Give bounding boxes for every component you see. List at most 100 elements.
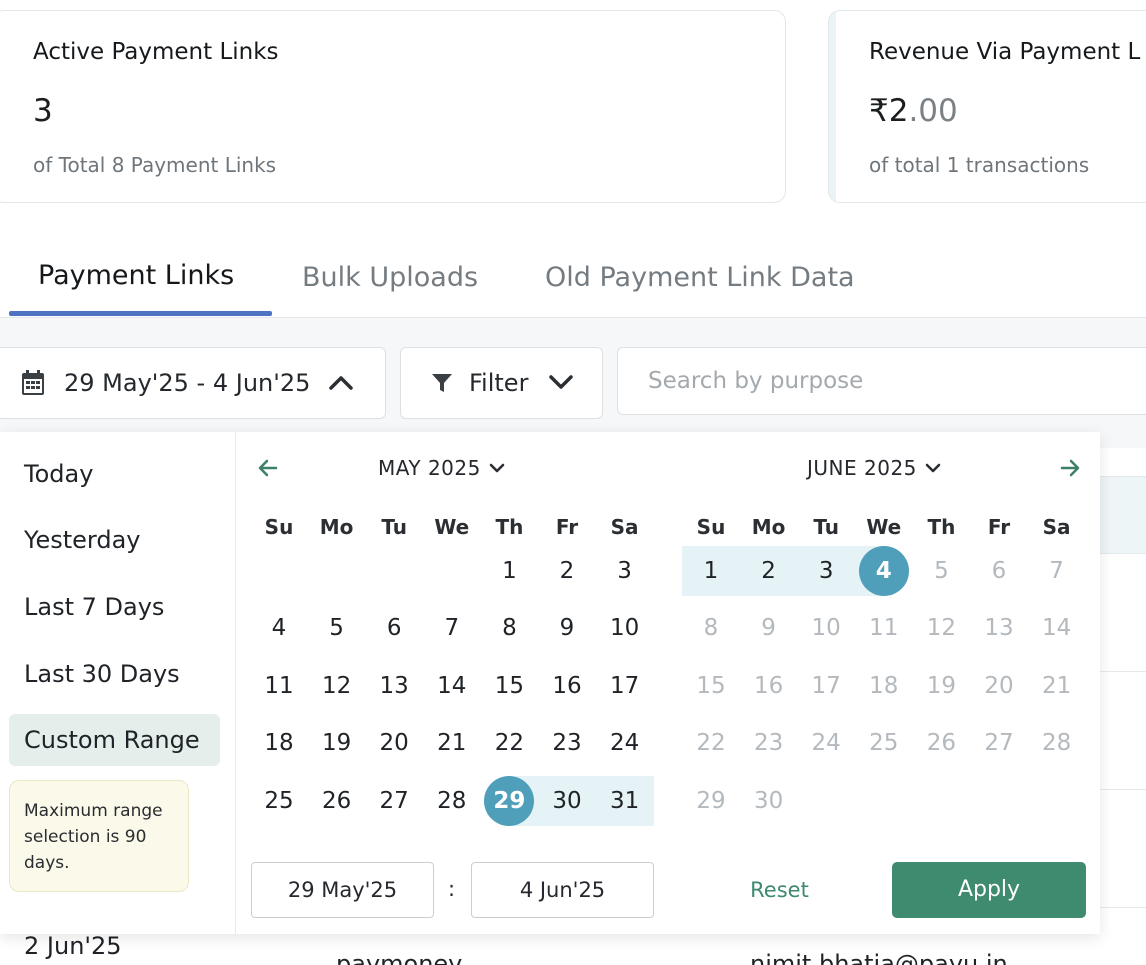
day-june-26: 26 [926, 730, 957, 756]
revenue-card: Revenue Via Payment L ₹2.00 of total 1 t… [828, 10, 1146, 203]
search-input[interactable] [617, 347, 1146, 415]
day-june-14: 14 [1041, 615, 1072, 641]
date-range-picker: Today Yesterday Last 7 Days Last 30 Days… [0, 432, 1100, 934]
filter-button[interactable]: Filter [400, 347, 603, 419]
day-june-17: 17 [811, 673, 841, 699]
next-month-arrow-icon[interactable] [1060, 458, 1080, 478]
weekday-label: Tu [381, 515, 408, 539]
card-subtitle: of Total 8 Payment Links [33, 153, 277, 177]
day-may-20[interactable]: 20 [365, 718, 423, 768]
day-june-30: 30 [753, 788, 784, 814]
row-email: nimit.bhatia@payu.in [750, 950, 1008, 965]
weekday-label: We [434, 515, 470, 539]
day-june-12: 12 [926, 615, 957, 641]
preset-yesterday[interactable]: Yesterday [9, 514, 220, 566]
day-may-21[interactable]: 21 [423, 718, 481, 768]
day-june-1[interactable]: 1 [682, 546, 740, 596]
chevron-down-icon [489, 463, 505, 472]
day-may-4[interactable]: 4 [250, 603, 308, 653]
day-may-1[interactable]: 1 [480, 546, 538, 596]
weekday-label: Su [264, 515, 294, 539]
day-june-15: 15 [696, 673, 726, 699]
day-may-13[interactable]: 13 [365, 661, 423, 711]
preset-custom-range[interactable]: Custom Range [9, 714, 220, 766]
day-may-23[interactable]: 23 [538, 718, 596, 768]
day-may-3[interactable]: 3 [596, 546, 654, 596]
day-june-23: 23 [753, 730, 784, 756]
day-may-17[interactable]: 17 [596, 661, 654, 711]
range-start-field[interactable]: 29 May'25 [251, 862, 434, 918]
day-june-2[interactable]: 2 [740, 546, 798, 596]
day-may-30[interactable]: 30 [538, 776, 596, 826]
day-may-16[interactable]: 16 [538, 661, 596, 711]
weekday-label: Mo [751, 515, 786, 539]
day-may-9[interactable]: 9 [538, 603, 596, 653]
day-june-24: 24 [811, 730, 841, 756]
day-may-26[interactable]: 26 [308, 776, 366, 826]
day-may-25[interactable]: 25 [250, 776, 308, 826]
day-may-29[interactable]: 29 [480, 776, 538, 826]
weekday-label: Fr [987, 515, 1011, 539]
preset-today[interactable]: Today [9, 448, 220, 500]
tab-payment-links[interactable]: Payment Links [38, 260, 234, 291]
day-may-7[interactable]: 7 [423, 603, 481, 653]
calendar-icon [22, 370, 44, 395]
day-june-6: 6 [991, 558, 1007, 584]
day-may-14[interactable]: 14 [423, 661, 481, 711]
day-june-18: 18 [869, 673, 899, 699]
weekday-label: Th [927, 515, 956, 539]
day-may-6[interactable]: 6 [365, 603, 423, 653]
apply-button[interactable]: Apply [892, 862, 1086, 918]
day-may-19[interactable]: 19 [308, 718, 366, 768]
day-june-3[interactable]: 3 [797, 546, 855, 596]
right-month-selector[interactable]: JUNE 2025 [807, 456, 941, 480]
day-may-22[interactable]: 22 [480, 718, 538, 768]
day-may-28[interactable]: 28 [423, 776, 481, 826]
date-range-label: 29 May'25 - 4 Jun'25 [64, 369, 311, 397]
day-may-11[interactable]: 11 [250, 661, 308, 711]
weekday-label: We [866, 515, 902, 539]
preset-last-30-days[interactable]: Last 30 Days [9, 648, 220, 700]
chevron-up-icon [329, 376, 353, 390]
day-may-31[interactable]: 31 [596, 776, 654, 826]
left-month-selector[interactable]: MAY 2025 [378, 456, 505, 480]
reset-button[interactable]: Reset [722, 862, 837, 918]
day-may-15[interactable]: 15 [480, 661, 538, 711]
day-may-27[interactable]: 27 [365, 776, 423, 826]
day-may-18[interactable]: 18 [250, 718, 308, 768]
active-links-card: Active Payment Links 3 of Total 8 Paymen… [0, 10, 786, 203]
day-june-29: 29 [696, 788, 726, 814]
card-subtitle: of total 1 transactions [869, 153, 1090, 177]
day-june-25: 25 [869, 730, 899, 756]
weekday-label: Fr [555, 515, 579, 539]
chevron-down-icon [549, 375, 573, 389]
date-range-button[interactable]: 29 May'25 - 4 Jun'25 [0, 347, 386, 419]
day-may-12[interactable]: 12 [308, 661, 366, 711]
day-june-4[interactable]: 4 [855, 546, 913, 596]
tab-old-payment-link-data[interactable]: Old Payment Link Data [545, 262, 855, 293]
row-name: paymoney [336, 950, 463, 965]
active-tab-indicator [9, 311, 272, 316]
day-may-2[interactable]: 2 [538, 546, 596, 596]
day-june-28: 28 [1041, 730, 1072, 756]
day-may-8[interactable]: 8 [480, 603, 538, 653]
prev-month-arrow-icon[interactable] [258, 458, 278, 478]
day-june-5: 5 [934, 558, 949, 584]
weekday-label: Sa [610, 515, 639, 539]
day-june-19: 19 [926, 673, 957, 699]
range-separator: : [448, 877, 456, 901]
day-june-27: 27 [984, 730, 1014, 756]
day-june-16: 16 [753, 673, 784, 699]
day-may-24[interactable]: 24 [596, 718, 654, 768]
range-end-field[interactable]: 4 Jun'25 [471, 862, 654, 918]
filter-label: Filter [469, 369, 529, 397]
tab-bulk-uploads[interactable]: Bulk Uploads [302, 262, 478, 293]
day-june-10: 10 [811, 615, 841, 641]
day-june-13: 13 [984, 615, 1014, 641]
card-value: 3 [33, 93, 53, 129]
day-june-9: 9 [761, 615, 776, 641]
preset-last-7-days[interactable]: Last 7 Days [9, 581, 220, 633]
preset-list: Today Yesterday Last 7 Days Last 30 Days… [0, 432, 236, 934]
day-may-10[interactable]: 10 [596, 603, 654, 653]
day-may-5[interactable]: 5 [308, 603, 366, 653]
